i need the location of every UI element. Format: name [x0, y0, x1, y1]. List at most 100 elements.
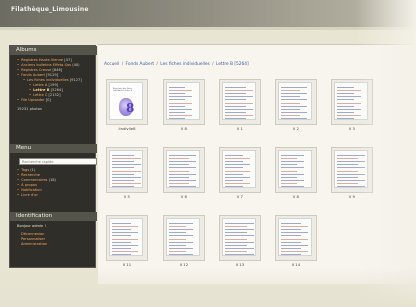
background-fade-right	[356, 0, 416, 307]
identification-heading: Identification	[10, 212, 97, 221]
handwriting-line	[225, 173, 243, 175]
handwriting-line	[112, 250, 138, 252]
thumbnail[interactable]: II 7	[219, 147, 261, 200]
handwriting-line	[169, 111, 185, 113]
handwriting-line	[281, 250, 308, 252]
handwriting-line	[112, 244, 138, 246]
handwriting-line	[169, 176, 189, 178]
handwriting-line	[225, 93, 246, 95]
breadcrumb-current[interactable]: Lettre B [5264]	[216, 62, 249, 67]
thumbnail-caption: Répertoire des fiches individuelles Lett…	[113, 88, 132, 93]
handwriting-line	[169, 93, 185, 95]
thumbnail[interactable]: II 5	[106, 147, 148, 200]
handwriting-line	[281, 108, 300, 110]
handwriting-line	[112, 238, 138, 240]
breadcrumb-fiches[interactable]: Les fiches individuelles	[160, 62, 210, 67]
thumbnail[interactable]: II 2	[275, 79, 317, 132]
handwriting-line	[281, 235, 301, 237]
thumbnail[interactable]: II 14	[275, 215, 317, 268]
thumbnail[interactable]: II 6	[163, 147, 205, 200]
thumbnail-label: II 5	[124, 194, 130, 199]
handwriting-line	[169, 247, 193, 249]
purple-number: 8	[126, 101, 135, 115]
handwriting-line	[337, 170, 358, 172]
handwriting-line	[225, 241, 254, 243]
handwriting-line	[337, 111, 354, 113]
breadcrumb-home[interactable]: Accueil	[104, 62, 119, 67]
menu-item-guestbook[interactable]: • Livre d'or	[17, 193, 92, 198]
handwriting-line	[169, 164, 189, 166]
album-item[interactable]: • File Uploader [0]	[17, 98, 92, 103]
handwriting-line	[112, 155, 134, 156]
handwriting-line	[225, 170, 250, 172]
site-title[interactable]: Filathèque_Limousine	[11, 6, 89, 13]
handwriting-line	[281, 223, 301, 224]
handwriting-line	[281, 155, 304, 156]
handwriting-line	[281, 164, 297, 166]
handwriting-line	[169, 250, 186, 252]
handwriting-line	[225, 254, 254, 255]
handwriting-line	[169, 226, 186, 228]
handwriting-line	[281, 99, 307, 101]
handwriting-line	[337, 164, 358, 166]
handwriting-line	[225, 250, 247, 252]
quick-search-input[interactable]	[19, 158, 97, 165]
handwriting-line	[281, 87, 307, 88]
handwriting-line	[112, 254, 131, 255]
handwriting-line	[169, 179, 196, 181]
thumbnail[interactable]: II 8	[275, 147, 317, 200]
handwriting-line	[112, 186, 134, 187]
menu-block: Menu •Tags (1) •Recherche •Commentaires …	[10, 144, 97, 198]
breadcrumb-fonds-aubert[interactable]: Fonds Aubert	[126, 62, 155, 67]
handwriting-line	[225, 244, 247, 246]
handwriting-line	[112, 161, 134, 163]
handwriting-line	[281, 182, 297, 184]
handwriting-line	[281, 176, 297, 178]
handwriting-line	[225, 102, 253, 104]
handwriting-line	[112, 229, 131, 231]
handwriting-line	[281, 93, 307, 95]
handwriting-line	[225, 96, 253, 98]
thumbnail[interactable]: II 8	[163, 79, 205, 132]
header-banner: Filathèque_Limousine	[0, 0, 416, 27]
thumbnail[interactable]: II 1	[219, 79, 261, 132]
albums-heading: Albums	[10, 46, 97, 55]
handwriting-line	[225, 229, 254, 231]
handwriting-line	[225, 223, 254, 224]
handwriting-line	[225, 87, 246, 88]
handwriting-line	[225, 179, 243, 181]
handwriting-line	[225, 114, 253, 116]
thumbnail-image	[278, 218, 312, 256]
handwriting-line	[225, 164, 250, 166]
handwriting-line	[169, 158, 189, 160]
handwriting-line	[112, 176, 141, 178]
thumbnail[interactable]: Répertoire des fiches individuelles Lett…	[106, 79, 148, 132]
handwriting-line	[169, 108, 192, 110]
sidebar: Albums • Registres Haute-Vienne [47] • Anc…	[9, 45, 97, 268]
handwriting-line	[169, 182, 189, 184]
photo-count: 15231 photos	[17, 107, 42, 111]
handwriting-line	[225, 232, 247, 234]
handwriting-line	[281, 229, 301, 231]
greeting-text: Bonjour admin !	[17, 224, 46, 228]
thumbnail-image	[222, 150, 256, 188]
handwriting-line	[337, 99, 354, 101]
handwriting-line	[169, 170, 189, 172]
handwriting-line	[112, 235, 131, 237]
handwriting-line	[337, 105, 354, 107]
handwriting-line	[169, 114, 192, 116]
thumbnail-image	[166, 82, 200, 120]
handwriting-line	[169, 235, 193, 237]
thumbnail[interactable]: II 11	[106, 215, 148, 268]
thumbnail[interactable]: II 13	[219, 215, 261, 268]
admin-link[interactable]: Administration	[17, 242, 92, 247]
handwriting-line	[112, 164, 141, 166]
handwriting-line	[169, 238, 186, 240]
handwriting-line	[337, 182, 358, 184]
thumbnail[interactable]: II 12	[163, 215, 205, 268]
handwriting-line	[337, 176, 358, 178]
handwriting-line	[225, 186, 243, 187]
thumbnail-image	[278, 150, 312, 188]
handwriting-line	[281, 102, 300, 104]
handwriting-line	[112, 167, 134, 169]
